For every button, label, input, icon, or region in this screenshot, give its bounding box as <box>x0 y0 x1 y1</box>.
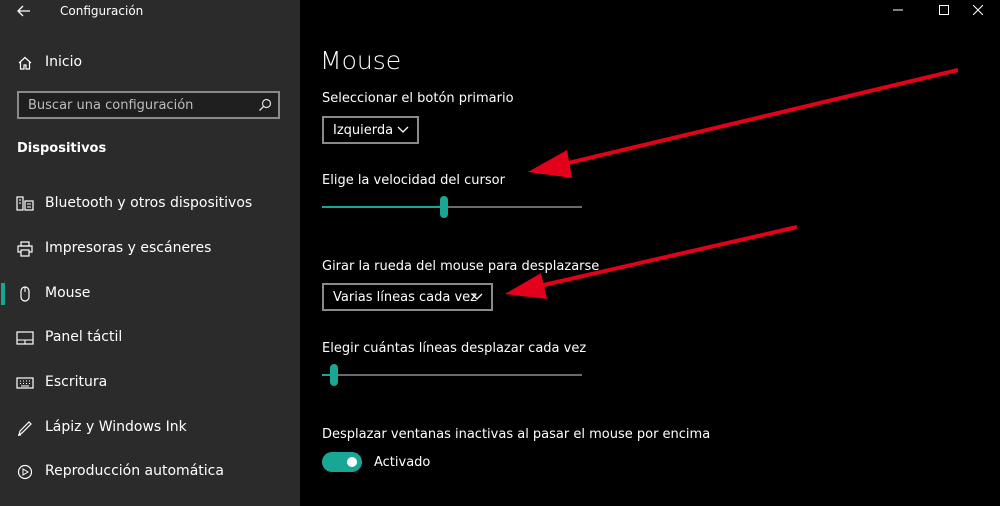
sidebar-item-typing[interactable]: Escritura <box>0 368 300 398</box>
primary-button-dropdown[interactable]: Izquierda <box>322 116 419 144</box>
autoplay-icon <box>17 464 33 480</box>
sidebar-item-printers[interactable]: Impresoras y escáneres <box>0 234 300 264</box>
keyboard-icon <box>16 377 34 389</box>
minimize-button[interactable] <box>876 0 920 20</box>
slider-thumb[interactable] <box>440 196 448 218</box>
sidebar-item-autoplay[interactable]: Reproducción automática <box>0 457 300 487</box>
chevron-down-icon <box>397 126 409 133</box>
toggle-state-label: Activado <box>374 455 431 470</box>
scroll-wheel-label: Girar la rueda del mouse para desplazars… <box>322 259 600 274</box>
sidebar-item-bluetooth[interactable]: Bluetooth y otros dispositivos <box>0 189 300 219</box>
dropdown-value: Izquierda <box>333 122 394 138</box>
search-input[interactable] <box>28 96 248 114</box>
slider-fill <box>322 206 444 208</box>
page-title: Mouse <box>320 46 402 75</box>
sidebar-item-label: Bluetooth y otros dispositivos <box>45 195 253 211</box>
mouse-icon <box>20 286 30 302</box>
dropdown-value: Varias líneas cada vez <box>333 289 477 305</box>
sidebar-item-label: Reproducción automática <box>45 463 224 479</box>
sidebar-item-label: Mouse <box>45 285 91 301</box>
inactive-scroll-toggle[interactable] <box>322 452 362 472</box>
inactive-scroll-label: Desplazar ventanas inactivas al pasar el… <box>322 427 711 442</box>
close-icon <box>973 5 983 15</box>
sidebar-item-label: Lápiz y Windows Ink <box>45 419 187 435</box>
sidebar-item-label: Panel táctil <box>45 329 123 345</box>
home-icon <box>18 56 32 70</box>
close-button[interactable] <box>956 0 1000 20</box>
slider-thumb[interactable] <box>330 364 338 386</box>
touchpad-icon <box>16 331 34 345</box>
app-title: Configuración <box>60 4 144 18</box>
scroll-wheel-dropdown[interactable]: Varias líneas cada vez <box>322 283 493 311</box>
selection-indicator <box>1 283 5 305</box>
printer-icon <box>17 241 33 257</box>
sidebar-item-label: Escritura <box>45 374 108 390</box>
section-title: Dispositivos <box>17 141 107 156</box>
lines-to-scroll-slider[interactable] <box>322 364 582 386</box>
maximize-icon <box>939 5 949 15</box>
back-arrow-icon <box>17 5 30 17</box>
search-icon[interactable] <box>258 98 272 112</box>
back-button[interactable] <box>14 2 34 20</box>
search-box[interactable] <box>17 91 280 119</box>
pen-icon <box>18 421 32 436</box>
slider-track <box>322 374 582 376</box>
primary-button-label: Seleccionar el botón primario <box>322 91 514 106</box>
toggle-knob <box>347 457 357 467</box>
sidebar-item-touchpad[interactable]: Panel táctil <box>0 323 300 353</box>
minimize-icon <box>893 9 903 11</box>
sidebar-item-label: Impresoras y escáneres <box>45 240 212 256</box>
bluetooth-devices-icon <box>16 196 34 211</box>
sidebar-item-pen[interactable]: Lápiz y Windows Ink <box>0 413 300 443</box>
sidebar-item-label: Inicio <box>45 54 83 70</box>
sidebar: Configuración Inicio Dispositivos Blueto… <box>0 0 300 506</box>
chevron-down-icon <box>471 293 483 300</box>
cursor-speed-slider[interactable] <box>322 196 582 218</box>
sidebar-item-mouse[interactable]: Mouse <box>0 279 300 309</box>
annotation-arrow-cursor-speed <box>528 68 959 178</box>
cursor-speed-label: Elige la velocidad del cursor <box>322 173 505 188</box>
lines-to-scroll-label: Elegir cuántas líneas desplazar cada vez <box>322 341 587 356</box>
sidebar-item-home[interactable]: Inicio <box>0 52 300 74</box>
